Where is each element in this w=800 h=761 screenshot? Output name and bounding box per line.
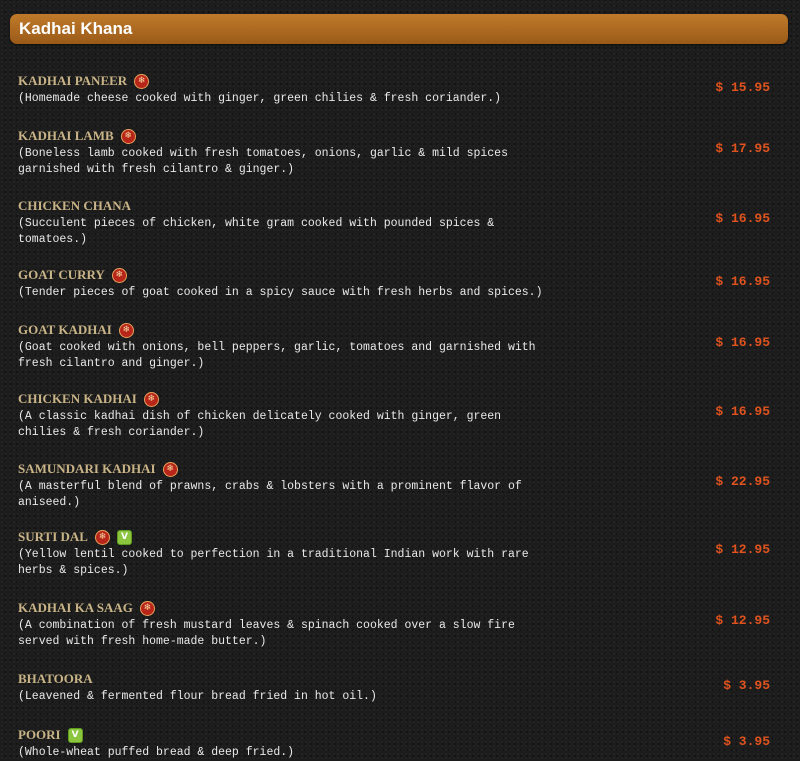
menu-item-description: (Whole-wheat puffed bread & deep fried.) (18, 745, 294, 761)
menu-item-description-line: aniseed.) (18, 496, 81, 509)
chili-pepper-icon: ❄ (134, 73, 150, 89)
menu-item-title-line: POORI V (18, 726, 83, 744)
chili-pepper-icon: ❄ (120, 128, 136, 144)
menu-item-price: $ 16.95 (715, 211, 770, 226)
chili-pepper-icon: ❄ (162, 461, 178, 477)
chili-pepper-icon: ❄ (111, 267, 127, 283)
vegetarian-leaf-icon: V (116, 529, 132, 545)
menu-item-title-line: CHICKEN CHANA (18, 197, 131, 215)
menu-item-name: SURTI DAL (18, 529, 88, 544)
menu-item-description-line: (A masterful blend of prawns, crabs & lo… (18, 480, 522, 493)
menu-item-description: (Leavened & fermented flour bread fried … (18, 689, 377, 705)
menu-item-price: $ 22.95 (715, 474, 770, 489)
menu-item-description-line: (Homemade cheese cooked with ginger, gre… (18, 92, 502, 105)
chili-pepper-icon: ❄ (139, 600, 155, 616)
section-header: Kadhai Khana (10, 14, 788, 44)
menu-item-price: $ 16.95 (715, 404, 770, 419)
menu-item-description: (Yellow lentil cooked to perfection in a… (18, 547, 529, 579)
menu-item-description-line: tomatoes.) (18, 233, 88, 246)
menu-item-description-line: (A classic kadhai dish of chicken delica… (18, 410, 502, 423)
menu-item-price: $ 12.95 (715, 542, 770, 557)
menu-item-price: $ 3.95 (723, 734, 770, 749)
chili-pepper-icon: ❄ (118, 322, 134, 338)
menu-item-name: KADHAI LAMB (18, 128, 114, 143)
menu-item-name: KADHAI PANEER (18, 73, 128, 88)
menu-item-price: $ 17.95 (715, 141, 770, 156)
menu-item-description: (Tender pieces of goat cooked in a spicy… (18, 285, 543, 301)
menu-item-description-line: (Succulent pieces of chicken, white gram… (18, 217, 495, 230)
menu-item-description-line: (Yellow lentil cooked to perfection in a… (18, 548, 529, 561)
menu-item-description-line: (Leavened & fermented flour bread fried … (18, 690, 377, 703)
vegetarian-leaf-icon: V (67, 727, 83, 743)
menu-item-description: (Boneless lamb cooked with fresh tomatoe… (18, 146, 508, 178)
menu-item-price: $ 15.95 (715, 80, 770, 95)
menu-item-description-line: (A combination of fresh mustard leaves &… (18, 619, 515, 632)
menu-item-name: CHICKEN KADHAI (18, 391, 137, 406)
chili-pepper-icon: ❄ (143, 391, 159, 407)
menu-item-title-line: GOAT KADHAI ❄ (18, 321, 134, 339)
menu-item-name: KADHAI KA SAAG (18, 600, 133, 615)
menu-item-price: $ 16.95 (715, 335, 770, 350)
menu-item-description: (A masterful blend of prawns, crabs & lo… (18, 479, 522, 511)
menu-item-name: BHATOORA (18, 671, 93, 686)
menu-item-description-line: herbs & spices.) (18, 564, 129, 577)
menu-item-name: POORI (18, 727, 61, 742)
menu-item-description: (A classic kadhai dish of chicken delica… (18, 409, 501, 441)
menu-item-description: (Succulent pieces of chicken, white gram… (18, 216, 494, 248)
menu-item-description-line: (Goat cooked with onions, bell peppers, … (18, 341, 536, 354)
menu-item-description: (Goat cooked with onions, bell peppers, … (18, 340, 536, 372)
menu-item-name: GOAT CURRY (18, 267, 105, 282)
menu-item-title-line: CHICKEN KADHAI ❄ (18, 390, 159, 408)
menu-item-title-line: BHATOORA (18, 670, 93, 688)
menu-item-title-line: SAMUNDARI KADHAI ❄ (18, 460, 178, 478)
menu-item-price: $ 16.95 (715, 274, 770, 289)
menu-item-title-line: KADHAI KA SAAG ❄ (18, 599, 155, 617)
menu-item-description-line: (Whole-wheat puffed bread & deep fried.) (18, 746, 295, 759)
menu-item-description: (A combination of fresh mustard leaves &… (18, 618, 515, 650)
menu-item-name: GOAT KADHAI (18, 322, 112, 337)
menu-item-description-line: (Tender pieces of goat cooked in a spicy… (18, 286, 543, 299)
chili-pepper-icon: ❄ (94, 529, 110, 545)
menu-item-price: $ 12.95 (715, 613, 770, 628)
menu-item-title-line: KADHAI LAMB ❄ (18, 127, 136, 145)
menu-item-description-line: (Boneless lamb cooked with fresh tomatoe… (18, 147, 508, 160)
menu-item-description-line: served with fresh home-made butter.) (18, 635, 267, 648)
menu-item-name: SAMUNDARI KADHAI (18, 461, 156, 476)
menu-item-description: (Homemade cheese cooked with ginger, gre… (18, 91, 501, 107)
menu-item-price: $ 3.95 (723, 678, 770, 693)
section-title: Kadhai Khana (19, 19, 133, 38)
menu-item-description-line: fresh cilantro and ginger.) (18, 357, 205, 370)
menu-item-title-line: KADHAI PANEER ❄ (18, 72, 150, 90)
menu-item-description-line: chilies & fresh coriander.) (18, 426, 205, 439)
menu-item-title-line: SURTI DAL ❄ V (18, 528, 132, 546)
menu-item-name: CHICKEN CHANA (18, 198, 132, 213)
menu-item-description-line: garnished with fresh cilantro & ginger.) (18, 163, 295, 176)
menu-item-title-line: GOAT CURRY ❄ (18, 266, 127, 284)
